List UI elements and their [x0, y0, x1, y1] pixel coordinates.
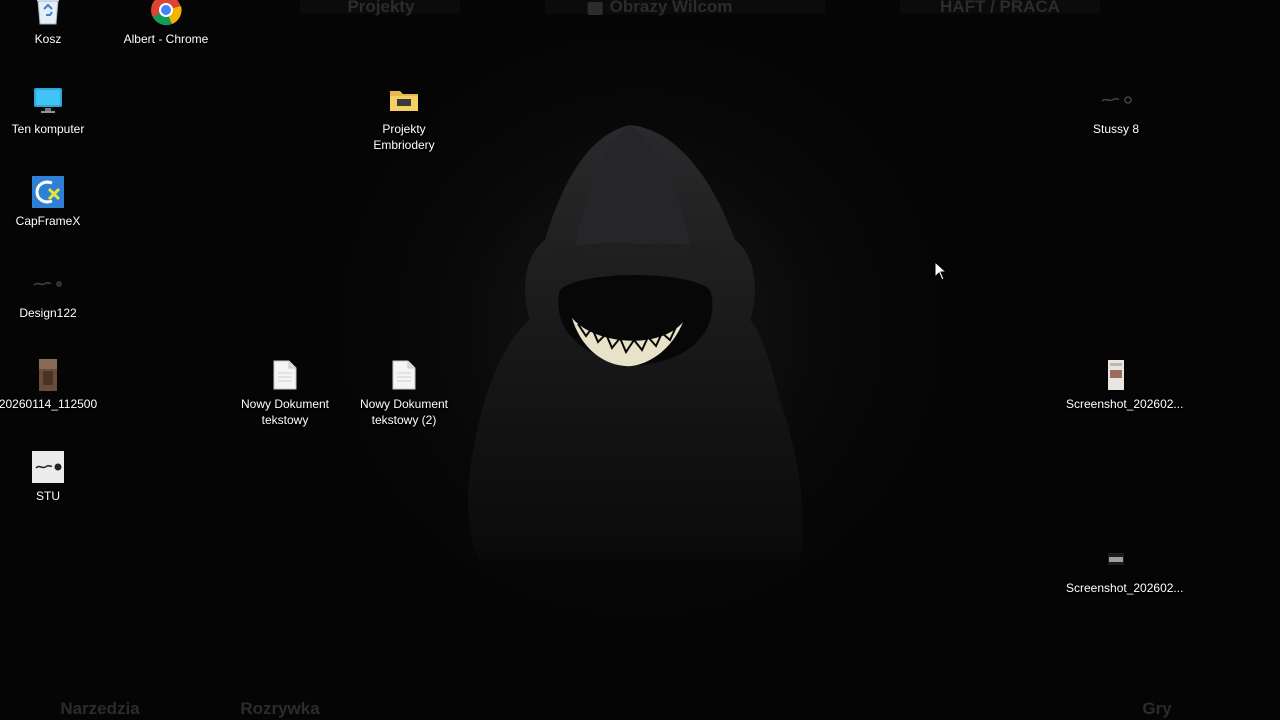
fence-title-haft-praca[interactable]: HAFT / PRACA [940, 0, 1060, 17]
desktop-icon-label: Projekty Embriodery [373, 122, 435, 152]
text-document-icon [388, 359, 420, 391]
image-icon [587, 2, 603, 15]
photo-thumbnail-icon [32, 359, 64, 391]
desktop-icon-label-line1: Nowy Dokument [359, 397, 449, 411]
desktop-icon-ten-komputer[interactable]: Ten komputer [0, 84, 98, 137]
fence-title-obrazy-label: Obrazy Wilcom [609, 0, 733, 16]
desktop-icon-nowy-dokument[interactable]: Nowy Dokument tekstowy [235, 359, 335, 428]
desktop-icon-screenshot-1[interactable]: Screenshot_202602... [1066, 359, 1184, 412]
desktop-icon-label: Screenshot_202602... [1066, 397, 1184, 411]
capframex-icon [32, 176, 64, 208]
screenshot-thumbnail-icon [1100, 543, 1132, 575]
desktop-icon-label: Nowy Dokument tekstowy (2) [354, 396, 454, 428]
desktop-icon-20260114-112500[interactable]: 20260114_112500 [0, 359, 98, 412]
desktop-icon-chrome[interactable]: Albert - Chrome [116, 0, 216, 47]
text-document-icon [269, 359, 301, 391]
desktop-icon-screenshot-2[interactable]: Screenshot_202602... [1066, 543, 1184, 596]
fence-title-narzedzia[interactable]: Narzedzia [60, 699, 139, 719]
desktop-icon-nowy-dokument-2[interactable]: Nowy Dokument tekstowy (2) [354, 359, 454, 428]
desktop-icon-label: Kosz [34, 32, 62, 46]
chrome-icon [150, 0, 182, 26]
desktop-icon-label-line1: Nowy Dokument [240, 397, 330, 411]
fence-title-rozrywka[interactable]: Rozrywka [240, 699, 319, 719]
desktop-icon-label: Albert - Chrome [123, 32, 209, 46]
fence-title-obrazy-wilcom[interactable]: Obrazy Wilcom [587, 0, 733, 17]
image-thumbnail-icon [32, 268, 64, 300]
desktop-icon-label: Ten komputer [11, 122, 85, 136]
desktop-icon-stu[interactable]: STU [0, 451, 98, 504]
desktop-icon-design122[interactable]: Design122 [0, 268, 98, 321]
recycle-bin-icon [32, 0, 64, 26]
desktop-icon-label: 20260114_112500 [0, 397, 98, 411]
desktop-icon-projekty-embriodery[interactable]: Projekty Embriodery [354, 84, 454, 153]
desktop-icon-label: Nowy Dokument tekstowy [235, 396, 335, 428]
desktop-icon-label-line2: tekstowy (2) [371, 413, 437, 427]
fence-title-gry[interactable]: Gry [1142, 699, 1171, 719]
desktop-icon-label-line2: tekstowy [261, 413, 309, 427]
desktop-icon-label: CapFrameX [15, 214, 81, 228]
screenshot-thumbnail-icon [1100, 359, 1132, 391]
mouse-cursor-icon [934, 261, 948, 281]
folder-icon [388, 84, 420, 116]
desktop-icon-label: Screenshot_202602... [1066, 581, 1184, 595]
image-thumbnail-icon [32, 451, 64, 483]
image-thumbnail-icon [1100, 84, 1132, 116]
desktop-icon-kosz[interactable]: Kosz [0, 0, 98, 47]
desktop-icon-label: Stussy 8 [1092, 122, 1140, 136]
desktop-icon-label: Design122 [19, 306, 77, 320]
desktop-icon-stussy-8[interactable]: Stussy 8 [1066, 84, 1166, 137]
fence-title-projekty[interactable]: Projekty [347, 0, 414, 17]
desktop-icon-label: STU [36, 489, 60, 503]
monitor-icon [32, 84, 64, 116]
desktop-icon-capframex[interactable]: CapFrameX [0, 176, 98, 229]
